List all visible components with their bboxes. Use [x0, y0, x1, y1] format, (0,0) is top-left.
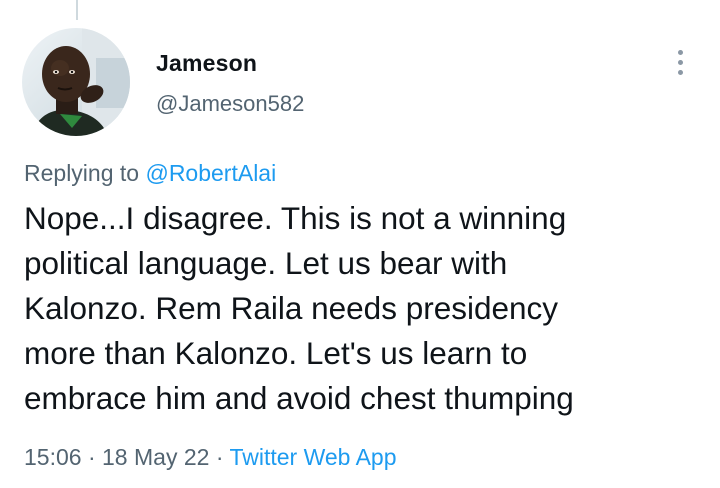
- tweet-metadata: 15:06 · 18 May 22 · Twitter Web App: [24, 444, 397, 471]
- replying-to-user-link[interactable]: @RobertAlai: [145, 160, 276, 186]
- tweet-text-line: Kalonzo. Rem Raila needs presidency: [24, 290, 559, 326]
- tweet-text: Nope...I disagree. This is not a winning…: [24, 196, 714, 421]
- tweet-source-link[interactable]: Twitter Web App: [229, 444, 396, 470]
- tweet-date: 18 May 22: [102, 444, 210, 470]
- thread-connector-line: [76, 0, 78, 20]
- author-handle[interactable]: @Jameson582: [156, 91, 304, 117]
- avatar[interactable]: [22, 28, 130, 136]
- more-vertical-icon-dot-3: [677, 69, 683, 75]
- more-vertical-icon: [677, 49, 683, 55]
- tweet-time: 15:06: [24, 444, 82, 470]
- meta-separator: ·: [87, 444, 96, 470]
- tweet-text-line: Nope...I disagree. This is not a winning: [24, 200, 567, 236]
- tweet-text-line: embrace him and avoid chest thumping: [24, 380, 574, 416]
- more-vertical-icon-dot-2: [677, 59, 683, 65]
- more-options-button[interactable]: [668, 44, 692, 80]
- replying-to-label: Replying to: [24, 160, 140, 186]
- author-display-name[interactable]: Jameson: [156, 50, 257, 77]
- avatar-image: [22, 28, 130, 136]
- tweet-text-line: political language. Let us bear with: [24, 245, 508, 281]
- replying-to: Replying to @RobertAlai: [24, 160, 276, 187]
- tweet-time-link[interactable]: 15:06 · 18 May 22: [24, 444, 209, 470]
- tweet-text-line: more than Kalonzo. Let's us learn to: [24, 335, 528, 371]
- meta-separator-2: ·: [215, 444, 224, 470]
